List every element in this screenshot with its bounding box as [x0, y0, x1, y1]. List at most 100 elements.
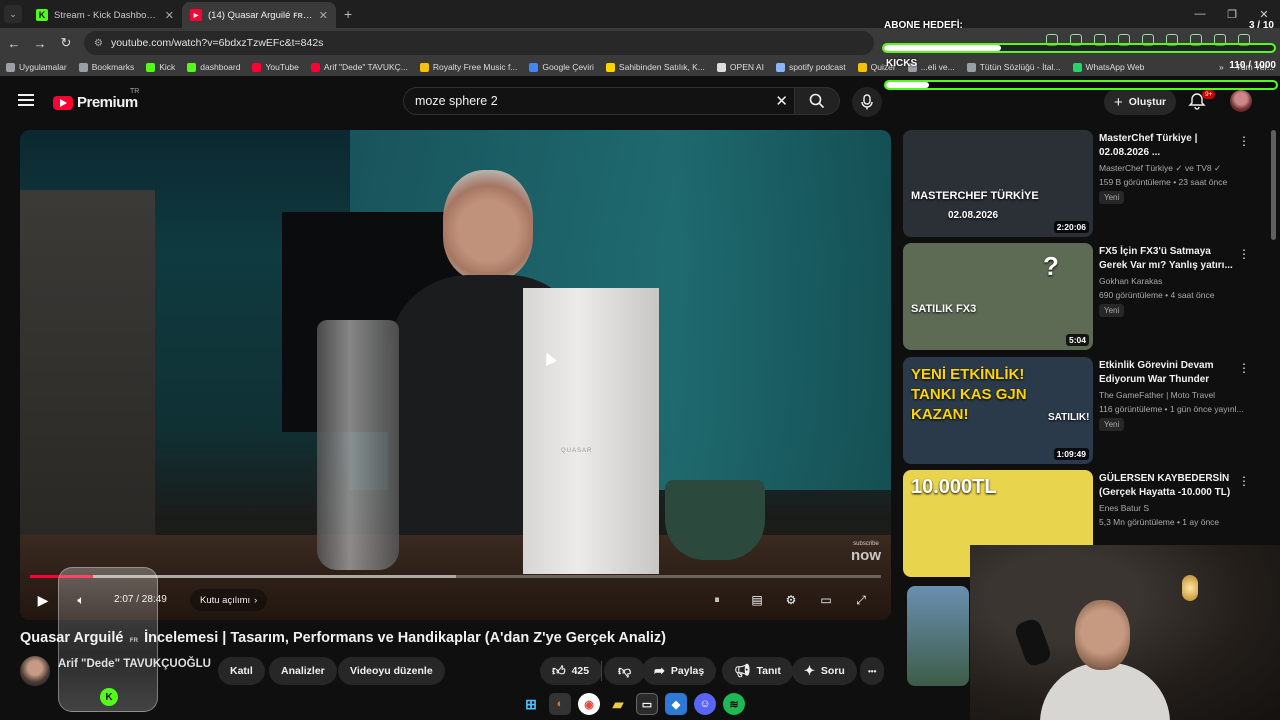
recommendation-channel[interactable]: Enes Batur S — [1099, 503, 1259, 513]
like-button[interactable]: 👍︎ 425 — [540, 657, 603, 685]
kicks-title: KICKS — [886, 58, 918, 69]
channel-avatar[interactable] — [20, 656, 50, 686]
recommendation-channel[interactable]: MasterChef Türkiye ✓ ve TV8 ✓ — [1099, 163, 1259, 174]
tab-search-button[interactable]: ⌄ — [4, 5, 22, 23]
bookmark-item[interactable]: Google Çeviri — [523, 62, 600, 72]
bookmark-item[interactable]: Kick — [140, 62, 181, 72]
recommendation-title[interactable]: FX5 İçin FX3'ü Satmaya Gerek Var mı? Yan… — [1099, 245, 1234, 273]
new-badge: Yeni — [1099, 191, 1125, 204]
play-icon[interactable]: ▶ — [32, 589, 54, 611]
bookmark-favicon-icon — [187, 62, 197, 72]
tab-title: Stream - Kick Dashboard — [54, 9, 159, 21]
search-input[interactable] — [415, 94, 755, 108]
bookmark-favicon-icon — [252, 62, 262, 72]
analytics-button[interactable]: Analizler — [269, 657, 337, 685]
bookmark-label: spotify podcast — [788, 62, 846, 72]
kicks-progress-bar — [884, 80, 1278, 90]
restore-icon[interactable]: ❐ — [1216, 0, 1248, 28]
terminal-icon[interactable]: ▭ — [636, 693, 658, 715]
tab-youtube-video[interactable]: ▶ (14) Quasar Arguilé ꜰʀ İncelemesi ✕ — [182, 2, 336, 28]
recommendation-channel[interactable]: The GameFather | Moto Travel — [1099, 390, 1259, 400]
clear-search-icon[interactable]: ✕ — [775, 92, 788, 110]
video-thumbnail[interactable]: YENİ ETKİNLİK! TANKI KAS GJN KAZAN! SATIL… — [903, 357, 1093, 464]
subscribe-watermark[interactable]: subscribe now — [851, 538, 881, 563]
video-thumbnail[interactable]: MASTERCHEF TÜRKİYE 02.08.2026 2:20:06 — [903, 130, 1093, 237]
thumbnail-text: MASTERCHEF TÜRKİYE — [911, 190, 1039, 202]
recommendation-item[interactable]: MASTERCHEF TÜRKİYE 02.08.2026 2:20:06 Maste… — [903, 130, 1263, 238]
voice-search-button[interactable] — [852, 87, 882, 117]
app-icon[interactable]: ◆ — [665, 693, 687, 715]
share-label: Paylaş — [670, 665, 705, 677]
menu-icon[interactable] — [18, 94, 34, 106]
more-vert-icon[interactable]: ⋮ — [1238, 361, 1250, 375]
address-bar[interactable]: ⚙ youtube.com/watch?v=6bdxzTzwEFc&t=842s — [84, 31, 874, 55]
recommendation-title[interactable]: Etkinlik Görevini Devam Ediyorum War Thu… — [1099, 359, 1234, 387]
recommendation-thumbnail-partial[interactable] — [907, 586, 969, 686]
more-actions-button[interactable]: ••• — [860, 657, 885, 685]
windows-start-icon[interactable]: ⊞ — [520, 693, 542, 715]
create-button[interactable]: + Oluştur — [1104, 89, 1177, 115]
dislike-button[interactable]: 👎︎ — [604, 657, 646, 685]
account-avatar[interactable] — [1230, 90, 1252, 112]
more-vert-icon[interactable]: ⋮ — [1238, 474, 1250, 488]
chrome-icon[interactable]: ◉ — [578, 693, 600, 715]
bookmark-item[interactable]: spotify podcast — [770, 62, 852, 72]
share-button[interactable]: ➦ Paylaş — [642, 657, 717, 685]
bookmark-item[interactable]: YouTube — [246, 62, 304, 72]
site-info-icon[interactable]: ⚙ — [94, 38, 103, 49]
forward-icon[interactable]: → — [28, 31, 52, 55]
bookmark-favicon-icon — [857, 62, 867, 72]
more-vert-icon[interactable]: ⋮ — [1238, 134, 1250, 148]
recommendation-item[interactable]: SATILIK FX3? 5:04 FX5 İçin FX3'ü Satmaya G… — [903, 243, 1263, 351]
bookmark-item[interactable]: Tütün Sözlüğü - İtal... — [961, 62, 1067, 72]
chapter-button[interactable]: Kutu açılımı › — [190, 589, 268, 611]
fullscreen-icon[interactable]: ⤢ — [850, 589, 872, 611]
recommendation-title[interactable]: MasterChef Türkiye | 02.08.2026 ... — [1099, 132, 1234, 160]
video-player[interactable]: QUASAR subscribe now ▶ 🔈︎ 2:07 / 28:49 K… — [20, 130, 891, 620]
bookmark-item[interactable]: OPEN AI — [711, 62, 770, 72]
app-icon[interactable]: ◐ — [549, 693, 571, 715]
bookmark-item[interactable]: Uygulamalar — [0, 62, 73, 72]
edit-video-button[interactable]: Videoyu düzenle — [338, 657, 445, 685]
goal-progress-bar — [882, 43, 1276, 53]
subtitles-icon[interactable]: ▤ — [746, 589, 768, 611]
video-frame-product-box: QUASAR — [523, 288, 659, 574]
more-vert-icon[interactable]: ⋮ — [1238, 247, 1250, 261]
new-tab-button[interactable]: + — [344, 6, 352, 22]
search-button[interactable] — [795, 87, 840, 115]
close-tab-icon[interactable]: ✕ — [319, 9, 328, 22]
video-duration: 5:04 — [1065, 334, 1089, 346]
recommendation-channel[interactable]: Gokhan Karakas — [1099, 276, 1259, 286]
bookmark-label: Kick — [159, 62, 176, 72]
thumbs-down-icon: 👎︎ — [618, 663, 632, 678]
promote-label: Tanıt — [756, 665, 781, 677]
minimize-icon[interactable]: — — [1184, 0, 1216, 28]
bookmark-item[interactable]: Bookmarks — [73, 62, 141, 72]
bookmark-item[interactable]: Arif "Dede" TAVUKÇ... — [305, 62, 414, 72]
video-thumbnail[interactable]: SATILIK FX3? 5:04 — [903, 243, 1093, 350]
ask-button[interactable]: ✦ Soru — [792, 657, 857, 685]
join-button[interactable]: Katıl — [218, 657, 265, 685]
sidebar-scrollbar[interactable] — [1271, 130, 1276, 240]
bookmark-item[interactable]: dashboard — [181, 62, 246, 72]
recommendation-title[interactable]: GÜLERSEN KAYBEDERSİN (Gerçek Hayatta -10… — [1099, 472, 1234, 500]
bookmark-favicon-icon — [605, 62, 615, 72]
bookmark-item[interactable]: Royalty Free Music f... — [414, 62, 524, 72]
discord-icon[interactable]: ☺ — [694, 693, 716, 715]
back-icon[interactable]: ← — [2, 31, 26, 55]
close-tab-icon[interactable]: ✕ — [165, 9, 174, 22]
bookmarks-overflow-button[interactable]: » — [1213, 62, 1230, 72]
reload-icon[interactable]: ↻ — [54, 31, 78, 55]
theater-mode-icon[interactable]: ▭ — [815, 589, 837, 611]
video-frame-shelf — [20, 190, 155, 540]
settings-gear-icon[interactable]: ⚙ — [780, 589, 802, 611]
bookmark-item[interactable]: WhatsApp Web — [1067, 62, 1151, 72]
pause-icon[interactable]: ⏸︎ — [706, 589, 728, 611]
youtube-premium-logo[interactable]: Premium TR — [53, 88, 139, 111]
recommendation-item[interactable]: YENİ ETKİNLİK! TANKI KAS GJN KAZAN! SATIL… — [903, 357, 1263, 465]
spotify-icon[interactable]: ≋ — [723, 693, 745, 715]
file-explorer-icon[interactable]: ▰ — [607, 693, 629, 715]
tab-kick-dashboard[interactable]: K Stream - Kick Dashboard ✕ — [28, 2, 182, 28]
promote-button[interactable]: 📢︎ Tanıt — [722, 657, 793, 685]
bookmark-item[interactable]: Sahibinden Satılık, K... — [600, 62, 711, 72]
